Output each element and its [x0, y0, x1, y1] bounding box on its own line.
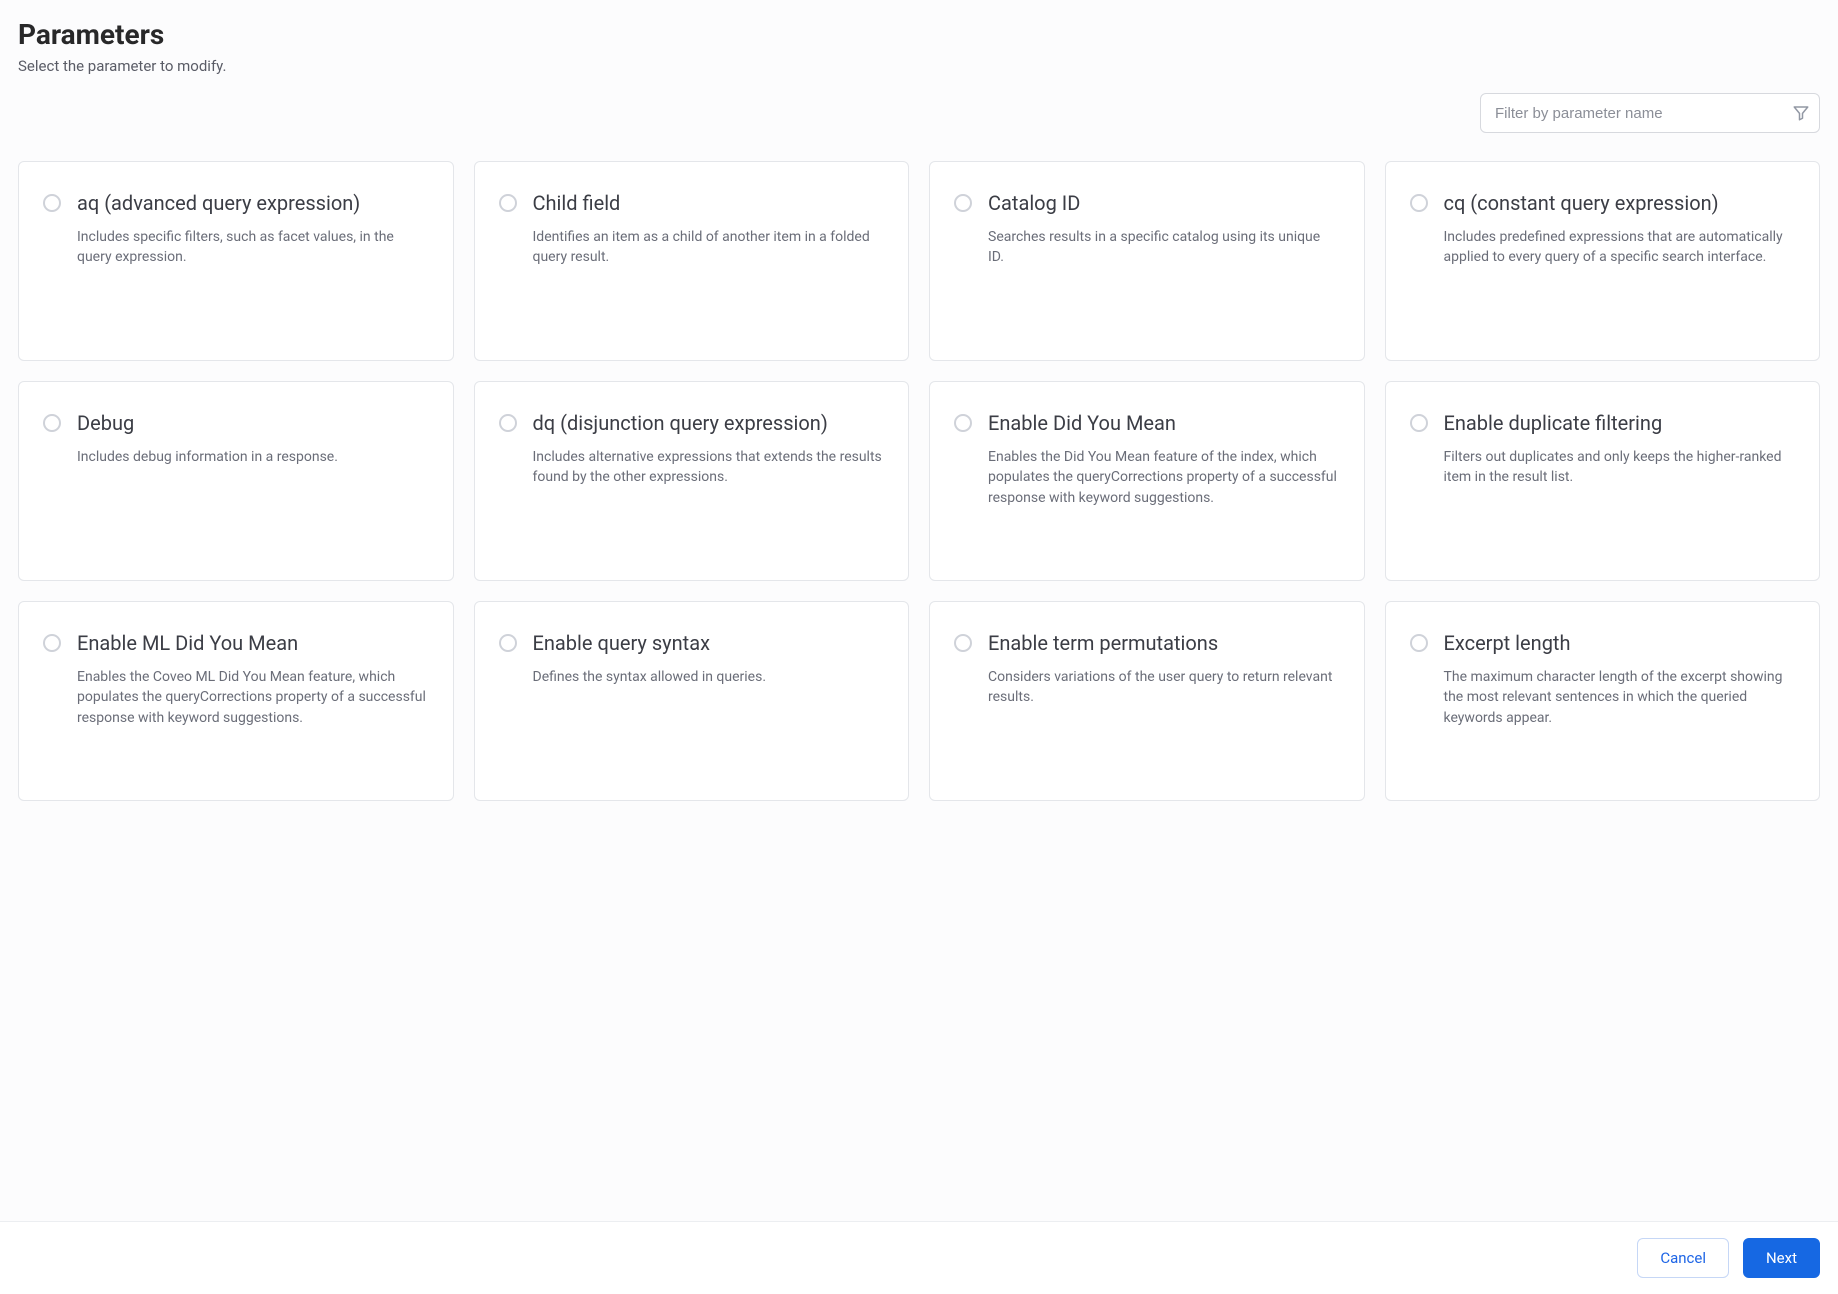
radio-unselected[interactable]	[954, 194, 972, 212]
next-button[interactable]: Next	[1743, 1238, 1820, 1278]
card-description: Enables the Did You Mean feature of the …	[988, 447, 1340, 508]
card-title: dq (disjunction query expression)	[533, 410, 885, 437]
radio-unselected[interactable]	[43, 414, 61, 432]
radio-unselected[interactable]	[499, 414, 517, 432]
parameter-card-enable-duplicate-filtering[interactable]: Enable duplicate filtering Filters out d…	[1385, 381, 1821, 581]
parameter-card-catalog-id[interactable]: Catalog ID Searches results in a specifi…	[929, 161, 1365, 361]
card-body: Excerpt length The maximum character len…	[1444, 630, 1796, 774]
card-title: Child field	[533, 190, 885, 217]
card-body: Catalog ID Searches results in a specifi…	[988, 190, 1340, 334]
card-description: Includes predefined expressions that are…	[1444, 227, 1796, 268]
card-title: Debug	[77, 410, 429, 437]
cancel-button[interactable]: Cancel	[1637, 1238, 1729, 1278]
card-body: Enable query syntax Defines the syntax a…	[533, 630, 885, 774]
card-description: The maximum character length of the exce…	[1444, 667, 1796, 728]
radio-unselected[interactable]	[1410, 634, 1428, 652]
card-body: Enable ML Did You Mean Enables the Coveo…	[77, 630, 429, 774]
card-title: Enable duplicate filtering	[1444, 410, 1796, 437]
card-description: Searches results in a specific catalog u…	[988, 227, 1340, 268]
card-body: dq (disjunction query expression) Includ…	[533, 410, 885, 554]
parameter-card-enable-query-syntax[interactable]: Enable query syntax Defines the syntax a…	[474, 601, 910, 801]
card-description: Includes alternative expressions that ex…	[533, 447, 885, 488]
page-subtitle: Select the parameter to modify.	[18, 57, 1820, 75]
card-description: Filters out duplicates and only keeps th…	[1444, 447, 1796, 488]
parameter-card-enable-did-you-mean[interactable]: Enable Did You Mean Enables the Did You …	[929, 381, 1365, 581]
radio-unselected[interactable]	[499, 194, 517, 212]
card-title: cq (constant query expression)	[1444, 190, 1796, 217]
card-title: Enable query syntax	[533, 630, 885, 657]
radio-unselected[interactable]	[43, 634, 61, 652]
card-description: Identifies an item as a child of another…	[533, 227, 885, 268]
card-title: Excerpt length	[1444, 630, 1796, 657]
parameter-card-child-field[interactable]: Child field Identifies an item as a chil…	[474, 161, 910, 361]
card-title: Enable Did You Mean	[988, 410, 1340, 437]
card-title: Enable term permutations	[988, 630, 1340, 657]
parameter-grid: aq (advanced query expression) Includes …	[18, 161, 1820, 801]
card-body: Enable duplicate filtering Filters out d…	[1444, 410, 1796, 554]
card-body: Enable Did You Mean Enables the Did You …	[988, 410, 1340, 554]
parameter-card-excerpt-length[interactable]: Excerpt length The maximum character len…	[1385, 601, 1821, 801]
card-body: Debug Includes debug information in a re…	[77, 410, 429, 554]
filter-input-wrap	[1480, 93, 1820, 133]
card-description: Includes specific filters, such as facet…	[77, 227, 429, 268]
card-body: cq (constant query expression) Includes …	[1444, 190, 1796, 334]
card-body: Enable term permutations Considers varia…	[988, 630, 1340, 774]
parameter-card-enable-term-permutations[interactable]: Enable term permutations Considers varia…	[929, 601, 1365, 801]
radio-unselected[interactable]	[954, 414, 972, 432]
radio-unselected[interactable]	[1410, 414, 1428, 432]
filter-row	[18, 93, 1820, 133]
card-body: aq (advanced query expression) Includes …	[77, 190, 429, 334]
card-body: Child field Identifies an item as a chil…	[533, 190, 885, 334]
card-title: Enable ML Did You Mean	[77, 630, 429, 657]
radio-unselected[interactable]	[1410, 194, 1428, 212]
card-title: Catalog ID	[988, 190, 1340, 217]
parameter-card-debug[interactable]: Debug Includes debug information in a re…	[18, 381, 454, 581]
radio-unselected[interactable]	[499, 634, 517, 652]
filter-input[interactable]	[1480, 93, 1820, 133]
content-area: Parameters Select the parameter to modif…	[0, 0, 1838, 1221]
card-description: Considers variations of the user query t…	[988, 667, 1340, 708]
parameter-card-aq[interactable]: aq (advanced query expression) Includes …	[18, 161, 454, 361]
card-description: Defines the syntax allowed in queries.	[533, 667, 885, 687]
card-title: aq (advanced query expression)	[77, 190, 429, 217]
radio-unselected[interactable]	[43, 194, 61, 212]
parameter-card-cq[interactable]: cq (constant query expression) Includes …	[1385, 161, 1821, 361]
card-description: Includes debug information in a response…	[77, 447, 429, 467]
parameter-card-dq[interactable]: dq (disjunction query expression) Includ…	[474, 381, 910, 581]
radio-unselected[interactable]	[954, 634, 972, 652]
card-description: Enables the Coveo ML Did You Mean featur…	[77, 667, 429, 728]
footer-bar: Cancel Next	[0, 1221, 1838, 1294]
parameter-card-enable-ml-did-you-mean[interactable]: Enable ML Did You Mean Enables the Coveo…	[18, 601, 454, 801]
page-title: Parameters	[18, 18, 1820, 51]
